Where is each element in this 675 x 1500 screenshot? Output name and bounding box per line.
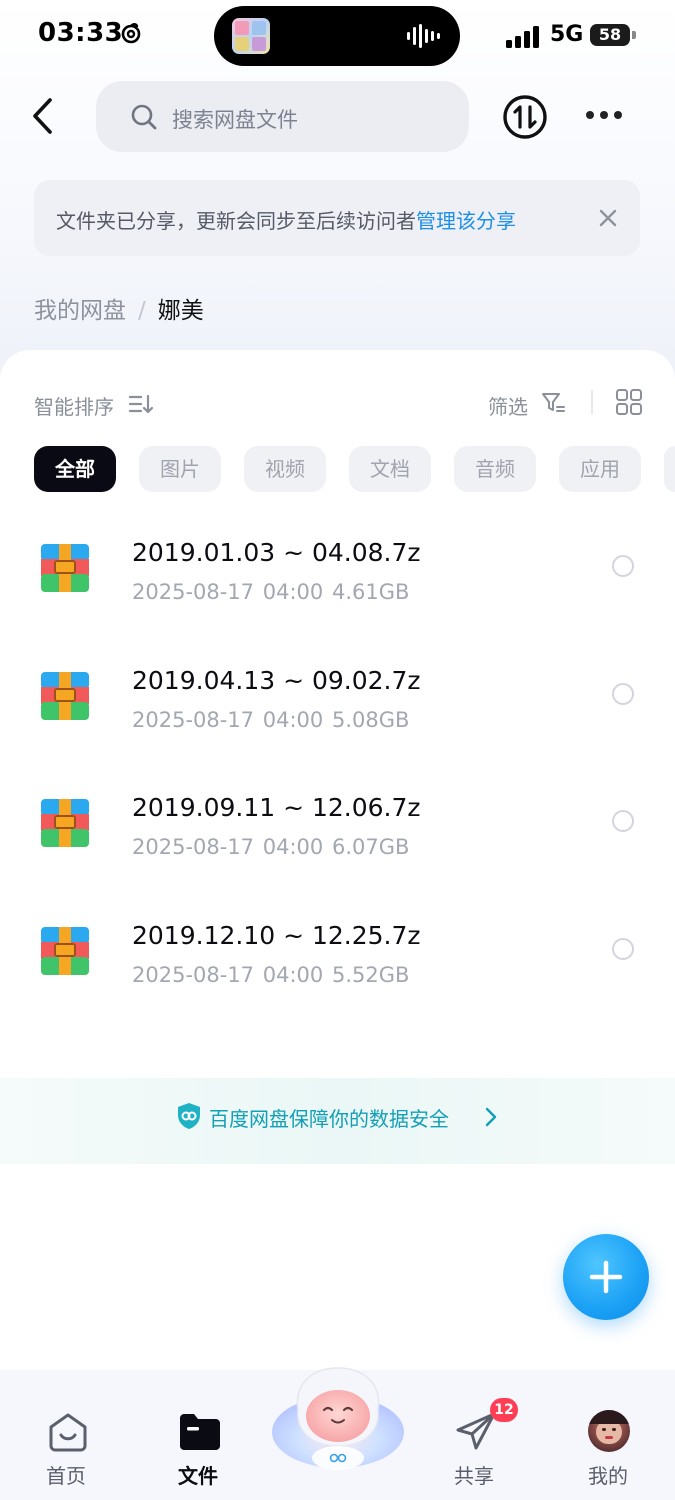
file-size: 5.52GB: [331, 963, 410, 987]
file-meta: 2025-08-17 04:00 5.52GB: [132, 963, 409, 987]
filter-button[interactable]: 筛选: [488, 391, 528, 420]
sort-button[interactable]: 智能排序: [34, 391, 114, 420]
search-placeholder: 搜索网盘文件: [172, 108, 298, 132]
dynamic-island[interactable]: [214, 6, 460, 66]
chip-apps[interactable]: 应用: [559, 446, 641, 492]
network-type: 5G: [550, 22, 584, 47]
more-icon[interactable]: [580, 100, 628, 132]
chevron-right-icon: [485, 1107, 497, 1127]
breadcrumb: 我的网盘 / 娜美: [34, 291, 204, 325]
select-checkbox[interactable]: [612, 683, 634, 705]
select-checkbox[interactable]: [612, 938, 634, 960]
share-notice-banner: 文件夹已分享，更新会同步至后续访问者管理该分享: [34, 180, 640, 256]
file-size: 4.61GB: [331, 580, 410, 604]
archive-file-icon: [41, 927, 89, 975]
file-meta: 2025-08-17 04:00 6.07GB: [132, 835, 409, 859]
status-bar: 03:33 5G 58: [0, 0, 675, 72]
plus-icon: [589, 1260, 623, 1294]
file-date: 2025-08-17: [132, 580, 255, 604]
file-row[interactable]: 2019.01.03 ~ 04.08.7z 2025-08-17 04:00 4…: [0, 524, 675, 634]
grid-view-icon[interactable]: [615, 388, 643, 416]
archive-file-icon: [41, 799, 89, 847]
chip-all[interactable]: 全部: [34, 446, 116, 492]
file-size: 6.07GB: [331, 835, 410, 859]
back-chevron-icon[interactable]: [22, 92, 66, 140]
cellular-signal-icon: [506, 26, 539, 48]
nav-home[interactable]: 首页: [6, 1370, 126, 1500]
add-button[interactable]: [563, 1234, 649, 1320]
file-size: 5.08GB: [331, 708, 410, 732]
breadcrumb-current: 娜美: [157, 298, 204, 324]
close-icon[interactable]: [594, 204, 622, 232]
notice-message: 文件夹已分享，更新会同步至后续访问者: [56, 209, 416, 233]
search-input[interactable]: 搜索网盘文件: [96, 81, 469, 152]
audio-waveform-icon: [407, 24, 440, 48]
file-name: 2019.04.13 ~ 09.02.7z: [132, 666, 421, 695]
shield-icon: [178, 1103, 200, 1129]
manage-share-link[interactable]: 管理该分享: [416, 209, 516, 233]
file-row[interactable]: 2019.12.10 ~ 12.25.7z 2025-08-17 04:00 5…: [0, 907, 675, 1017]
file-time: 04:00: [262, 835, 324, 859]
battery-level: 58: [590, 24, 630, 46]
file-time: 04:00: [262, 963, 324, 987]
chip-documents[interactable]: 文档: [349, 446, 431, 492]
now-playing-thumbnail: [232, 18, 270, 54]
chip-videos[interactable]: 视频: [244, 446, 326, 492]
folder-icon: [180, 1414, 220, 1450]
file-name: 2019.12.10 ~ 12.25.7z: [132, 921, 421, 950]
home-icon: [49, 1413, 87, 1452]
file-date: 2025-08-17: [132, 963, 255, 987]
nav-share-label: 共享: [454, 1464, 494, 1488]
select-checkbox[interactable]: [612, 555, 634, 577]
file-date: 2025-08-17: [132, 835, 255, 859]
file-date: 2025-08-17: [132, 708, 255, 732]
security-banner[interactable]: 百度网盘保障你的数据安全: [0, 1078, 675, 1164]
file-time: 04:00: [262, 708, 324, 732]
nav-share[interactable]: 共享: [414, 1370, 534, 1500]
netease-music-icon: [121, 23, 141, 44]
file-meta: 2025-08-17 04:00 4.61GB: [132, 580, 409, 604]
file-name: 2019.09.11 ~ 12.06.7z: [132, 793, 421, 822]
breadcrumb-root[interactable]: 我的网盘: [34, 298, 126, 324]
toolbar-divider: [591, 390, 593, 414]
file-time: 04:00: [262, 580, 324, 604]
file-name: 2019.01.03 ~ 04.08.7z: [132, 538, 421, 567]
notice-text: 文件夹已分享，更新会同步至后续访问者管理该分享: [56, 205, 516, 234]
filter-icon[interactable]: [540, 390, 566, 416]
nav-files[interactable]: 文件: [138, 1370, 258, 1500]
breadcrumb-separator: /: [138, 298, 146, 324]
ai-assistant-mascot[interactable]: [268, 1360, 408, 1470]
file-row[interactable]: 2019.09.11 ~ 12.06.7z 2025-08-17 04:00 6…: [0, 779, 675, 889]
chip-images[interactable]: 图片: [139, 446, 221, 492]
select-checkbox[interactable]: [612, 810, 634, 832]
nav-files-label: 文件: [178, 1464, 218, 1488]
status-time: 03:33: [38, 18, 124, 48]
archive-file-icon: [41, 544, 89, 592]
share-badge: 12: [490, 1398, 518, 1422]
security-text: 百度网盘保障你的数据安全: [209, 1107, 449, 1131]
chip-overflow[interactable]: [664, 446, 675, 492]
nav-mine-label: 我的: [588, 1464, 628, 1488]
archive-file-icon: [41, 672, 89, 720]
chip-audio[interactable]: 音频: [454, 446, 536, 492]
battery-tip: [632, 31, 636, 39]
avatar[interactable]: [588, 1410, 630, 1452]
nav-home-label: 首页: [46, 1464, 86, 1488]
sort-icon[interactable]: [128, 392, 154, 416]
transfer-icon[interactable]: [502, 94, 548, 140]
search-icon: [131, 104, 157, 130]
file-meta: 2025-08-17 04:00 5.08GB: [132, 708, 409, 732]
file-row[interactable]: 2019.04.13 ~ 09.02.7z 2025-08-17 04:00 5…: [0, 652, 675, 762]
